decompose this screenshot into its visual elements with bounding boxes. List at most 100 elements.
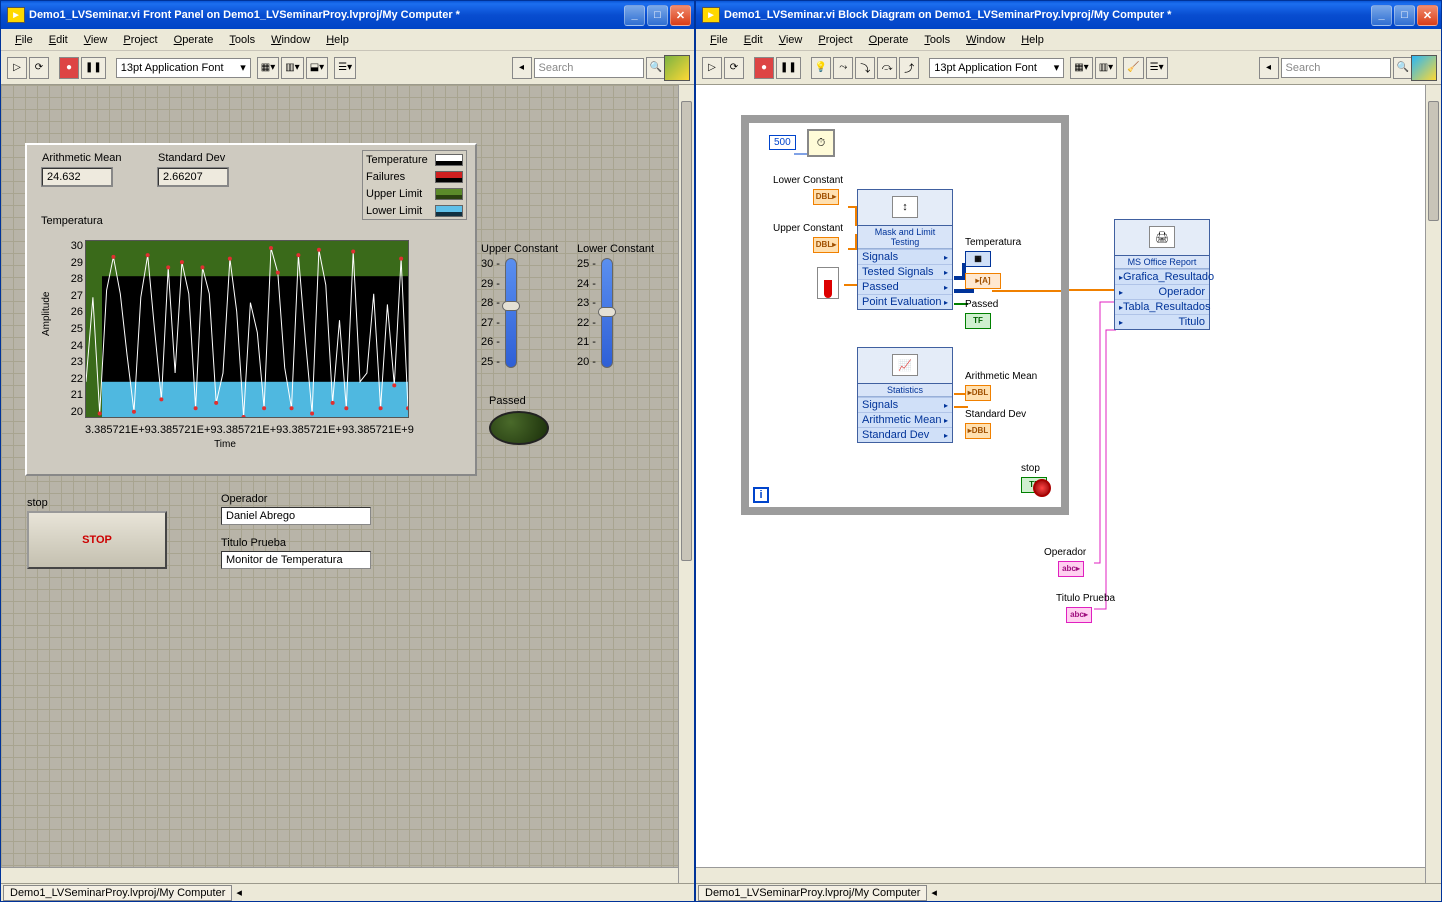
step-out-button[interactable]: ⤴ [899, 57, 919, 79]
vi-icon[interactable] [1411, 55, 1437, 81]
dbl-terminal[interactable]: DBL▸ [813, 237, 839, 253]
align-button[interactable]: ▦▾ [257, 57, 279, 79]
abort-button[interactable]: ● [754, 57, 774, 79]
ms-office-report-express[interactable]: 🖨 MS Office Report ▸Grafica_Resultado ▸O… [1114, 219, 1210, 330]
status-tab[interactable]: Demo1_LVSeminarProy.lvproj/My Computer [698, 885, 927, 901]
temperature-chart[interactable]: Temperatura Amplitude 302928272625242322… [41, 230, 409, 450]
highlight-exec-button[interactable]: 💡 [811, 57, 831, 79]
fp-toolbar: ▷ ⟳ ● ❚❚ 13pt Application Font▾ ▦▾ ▥▾ ⬓▾… [1, 51, 694, 85]
bd-titlebar[interactable]: ▶ Demo1_LVSeminar.vi Block Diagram on De… [696, 1, 1441, 29]
vi-icon[interactable] [664, 55, 690, 81]
bd-toolbar: ▷ ⟳ ● ❚❚ 💡 ⤳ ⤵ ⤼ ⤴ 13pt Application Font… [696, 51, 1441, 85]
run-cont-button[interactable]: ⟳ [29, 57, 49, 79]
loop-stop-terminal[interactable] [1033, 479, 1051, 497]
reorder-button[interactable]: ☰▾ [1146, 57, 1168, 79]
legend-item: Temperature [366, 154, 428, 166]
menu-help[interactable]: Help [1013, 32, 1052, 48]
menu-view[interactable]: View [76, 32, 116, 48]
chart-legend[interactable]: Temperature Failures Upper Limit Lower L… [362, 150, 467, 220]
font-selector[interactable]: 13pt Application Font▾ [116, 58, 251, 78]
upper-constant-slider[interactable]: Upper Constant 30 -29 -28 -27 -26 -25 - [481, 243, 551, 368]
slider-label: Upper Constant [481, 243, 551, 255]
string-terminal[interactable]: abc▸ [1058, 561, 1084, 577]
run-cont-button[interactable]: ⟳ [724, 57, 744, 79]
stop-button[interactable]: STOP [27, 511, 167, 569]
dbl-terminal[interactable]: ▸DBL [965, 385, 991, 401]
const-500[interactable]: 500 [769, 135, 796, 150]
h-scrollbar[interactable] [1, 867, 678, 883]
scroll-left[interactable]: ◂ [1259, 57, 1279, 79]
search-input[interactable]: Search [1281, 58, 1391, 78]
step-into-button[interactable]: ⤵ [855, 57, 875, 79]
dbl-terminal[interactable]: ▸DBL [965, 423, 991, 439]
passed-led: Passed [489, 395, 549, 445]
menu-file[interactable]: File [702, 32, 736, 48]
menu-operate[interactable]: Operate [861, 32, 917, 48]
font-selector[interactable]: 13pt Application Font▾ [929, 58, 1064, 78]
maximize-button[interactable]: □ [1394, 5, 1415, 26]
distribute-button[interactable]: ▥▾ [1095, 57, 1117, 79]
fp-titlebar[interactable]: ▶ Demo1_LVSeminar.vi Front Panel on Demo… [1, 1, 694, 29]
menu-view[interactable]: View [771, 32, 811, 48]
scroll-left[interactable]: ◂ [512, 57, 532, 79]
dbl-terminal[interactable]: DBL▸ [813, 189, 839, 205]
menu-file[interactable]: File [7, 32, 41, 48]
search-input[interactable]: Search [534, 58, 644, 78]
std-dev-indicator: Standard Dev 2.66207 [157, 167, 229, 187]
reorder-button[interactable]: ☰▾ [334, 57, 356, 79]
menu-operate[interactable]: Operate [166, 32, 222, 48]
string-terminal[interactable]: abc▸ [1066, 607, 1092, 623]
menu-tools[interactable]: Tools [221, 32, 263, 48]
align-button[interactable]: ▦▾ [1070, 57, 1092, 79]
tf-terminal[interactable]: TF [965, 313, 991, 329]
mean-label: Arithmetic Mean [965, 371, 1037, 382]
array-terminal[interactable]: ▸[A] [965, 273, 1001, 289]
pause-button[interactable]: ❚❚ [776, 57, 801, 79]
menu-edit[interactable]: Edit [736, 32, 771, 48]
lower-constant-slider[interactable]: Lower Constant 25 -24 -23 -22 -21 -20 - [577, 243, 647, 368]
wait-timer-icon[interactable]: ⏱ [807, 129, 835, 157]
bd-workspace[interactable]: i 500 ⏱ Lower Constant DBL▸ Upper Consta… [696, 85, 1441, 883]
menu-project[interactable]: Project [115, 32, 165, 48]
distribute-button[interactable]: ▥▾ [281, 57, 303, 79]
run-button[interactable]: ▷ [702, 57, 722, 79]
while-loop[interactable]: i 500 ⏱ Lower Constant DBL▸ Upper Consta… [741, 115, 1069, 515]
stop-label: stop [27, 497, 167, 509]
mask-limit-express[interactable]: ↕ Mask and Limit Testing Signals▸ Tested… [857, 189, 953, 310]
v-scrollbar[interactable] [1425, 85, 1441, 883]
pause-button[interactable]: ❚❚ [81, 57, 106, 79]
run-button[interactable]: ▷ [7, 57, 27, 79]
step-over-button[interactable]: ⤼ [877, 57, 897, 79]
minimize-button[interactable]: _ [1371, 5, 1392, 26]
arith-mean-value: 24.632 [42, 168, 112, 186]
slider-label: Lower Constant [577, 243, 647, 255]
abort-button[interactable]: ● [59, 57, 79, 79]
menu-window[interactable]: Window [263, 32, 318, 48]
cleanup-button[interactable]: 🧹 [1123, 57, 1143, 79]
status-tab[interactable]: Demo1_LVSeminarProy.lvproj/My Computer [3, 885, 232, 901]
menu-tools[interactable]: Tools [916, 32, 958, 48]
search-icon[interactable]: 🔍 [646, 57, 666, 79]
h-scrollbar[interactable] [696, 867, 1425, 883]
legend-item: Lower Limit [366, 205, 422, 217]
waveform-terminal[interactable]: ▦ [965, 251, 991, 267]
operador-input[interactable] [221, 507, 371, 525]
thermometer-icon[interactable] [817, 267, 839, 299]
std-dev-value: 2.66207 [158, 168, 228, 186]
v-scrollbar[interactable] [678, 85, 694, 883]
close-button[interactable]: ✕ [1417, 5, 1438, 26]
maximize-button[interactable]: □ [647, 5, 668, 26]
titulo-input[interactable] [221, 551, 371, 569]
close-button[interactable]: ✕ [670, 5, 691, 26]
menu-help[interactable]: Help [318, 32, 357, 48]
menu-window[interactable]: Window [958, 32, 1013, 48]
retain-wire-button[interactable]: ⤳ [833, 57, 853, 79]
menu-edit[interactable]: Edit [41, 32, 76, 48]
menu-project[interactable]: Project [810, 32, 860, 48]
fp-workspace[interactable]: Arithmetic Mean 24.632 Standard Dev 2.66… [1, 85, 694, 883]
statistics-express[interactable]: 📈 Statistics Signals▸ Arithmetic Mean▸ S… [857, 347, 953, 443]
minimize-button[interactable]: _ [624, 5, 645, 26]
resize-button[interactable]: ⬓▾ [306, 57, 328, 79]
search-icon[interactable]: 🔍 [1393, 57, 1413, 79]
fp-title: Demo1_LVSeminar.vi Front Panel on Demo1_… [29, 9, 624, 21]
